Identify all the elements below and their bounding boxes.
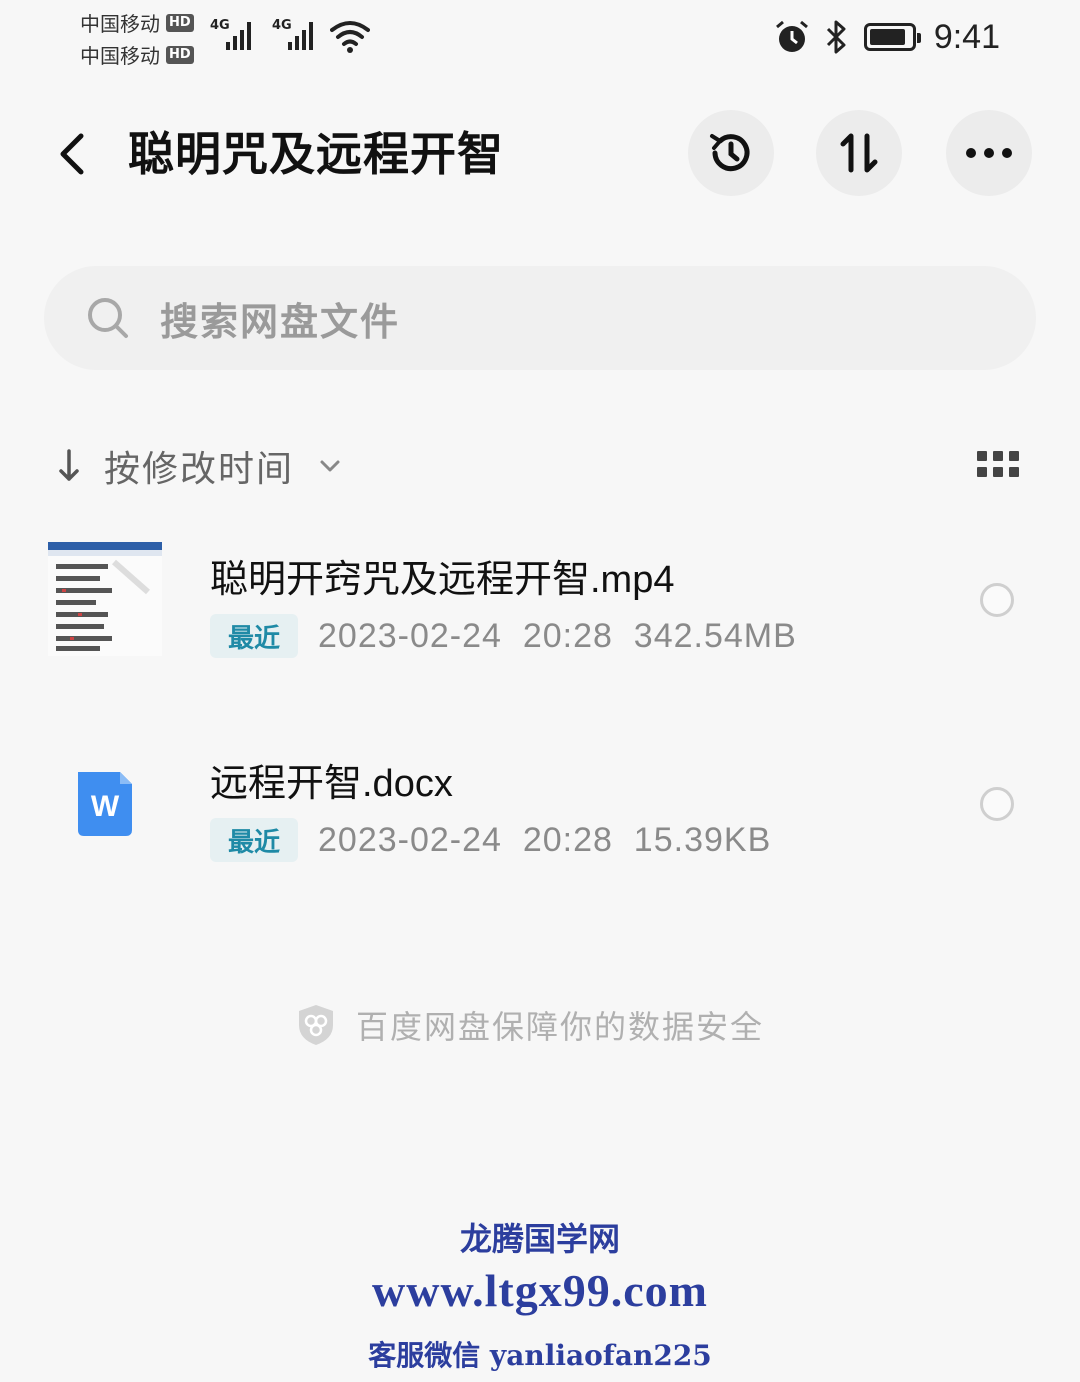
- history-button[interactable]: [688, 110, 774, 196]
- file-meta: 2023-02-24 20:28 342.54MB: [318, 616, 797, 655]
- status-time: 9:41: [933, 17, 1000, 56]
- word-icon: W: [78, 772, 132, 836]
- file-name: 聪明开窍咒及远程开智.mp4: [210, 559, 675, 601]
- select-checkbox[interactable]: [980, 583, 1014, 617]
- word-letter: W: [91, 790, 120, 823]
- more-icon: [966, 148, 1012, 158]
- file-meta: 2023-02-24 20:28 15.39KB: [318, 820, 772, 859]
- carrier-1: 中国移动 HD: [80, 8, 194, 37]
- hd-badge-2: HD: [166, 45, 194, 64]
- transfer-button[interactable]: [816, 110, 902, 196]
- back-button[interactable]: [48, 126, 96, 182]
- grid-view-icon[interactable]: [974, 448, 1019, 480]
- carrier-1-label: 中国移动: [80, 12, 160, 36]
- list-item[interactable]: W 远程开智.docx 最近 2023-02-24 20:28 15.39KB: [0, 724, 1080, 884]
- sort-selector[interactable]: 按修改时间: [56, 436, 342, 496]
- watermark-contact: 客服微信 yanliaofan225: [368, 1339, 712, 1372]
- status-bar: 中国移动 HD 中国移动 HD 4G 4G 9:41: [0, 0, 1080, 80]
- watermark-site-name: 龙腾国学网: [459, 1220, 620, 1258]
- search-icon: [88, 298, 128, 338]
- hd-badge-1: HD: [166, 13, 194, 32]
- security-note: 百度网盘保障你的数据安全: [296, 1002, 764, 1048]
- shield-icon: [299, 1005, 333, 1045]
- file-name: 远程开智.docx: [210, 763, 453, 805]
- select-checkbox[interactable]: [980, 787, 1014, 821]
- carrier-2-label: 中国移动: [80, 44, 160, 68]
- battery-icon: [863, 23, 921, 51]
- video-thumbnail: [48, 542, 162, 656]
- security-text: 百度网盘保障你的数据安全: [356, 1008, 765, 1046]
- list-item[interactable]: 聪明开窍咒及远程开智.mp4 最近 2023-02-24 20:28 342.5…: [0, 520, 1080, 680]
- sort-label: 按修改时间: [104, 449, 295, 490]
- search-placeholder: 搜索网盘文件: [160, 299, 401, 344]
- carrier-2: 中国移动 HD: [80, 40, 194, 69]
- wifi-icon: [330, 21, 370, 53]
- page-title: 聪明咒及远程开智: [128, 127, 504, 181]
- arrow-down-icon: [59, 449, 79, 481]
- search-input[interactable]: 搜索网盘文件: [44, 266, 1036, 370]
- watermark-url: www.ltgx99.com: [372, 1265, 708, 1316]
- bluetooth-icon: [826, 20, 846, 54]
- chevron-left-icon: [60, 133, 84, 175]
- alarm-icon: [775, 20, 808, 52]
- recent-badge: 最近: [210, 614, 299, 658]
- history-icon: [710, 134, 750, 172]
- more-button[interactable]: [946, 110, 1032, 196]
- transfer-icon: [840, 133, 878, 173]
- chevron-down-icon: [320, 460, 340, 472]
- recent-badge: 最近: [210, 818, 299, 862]
